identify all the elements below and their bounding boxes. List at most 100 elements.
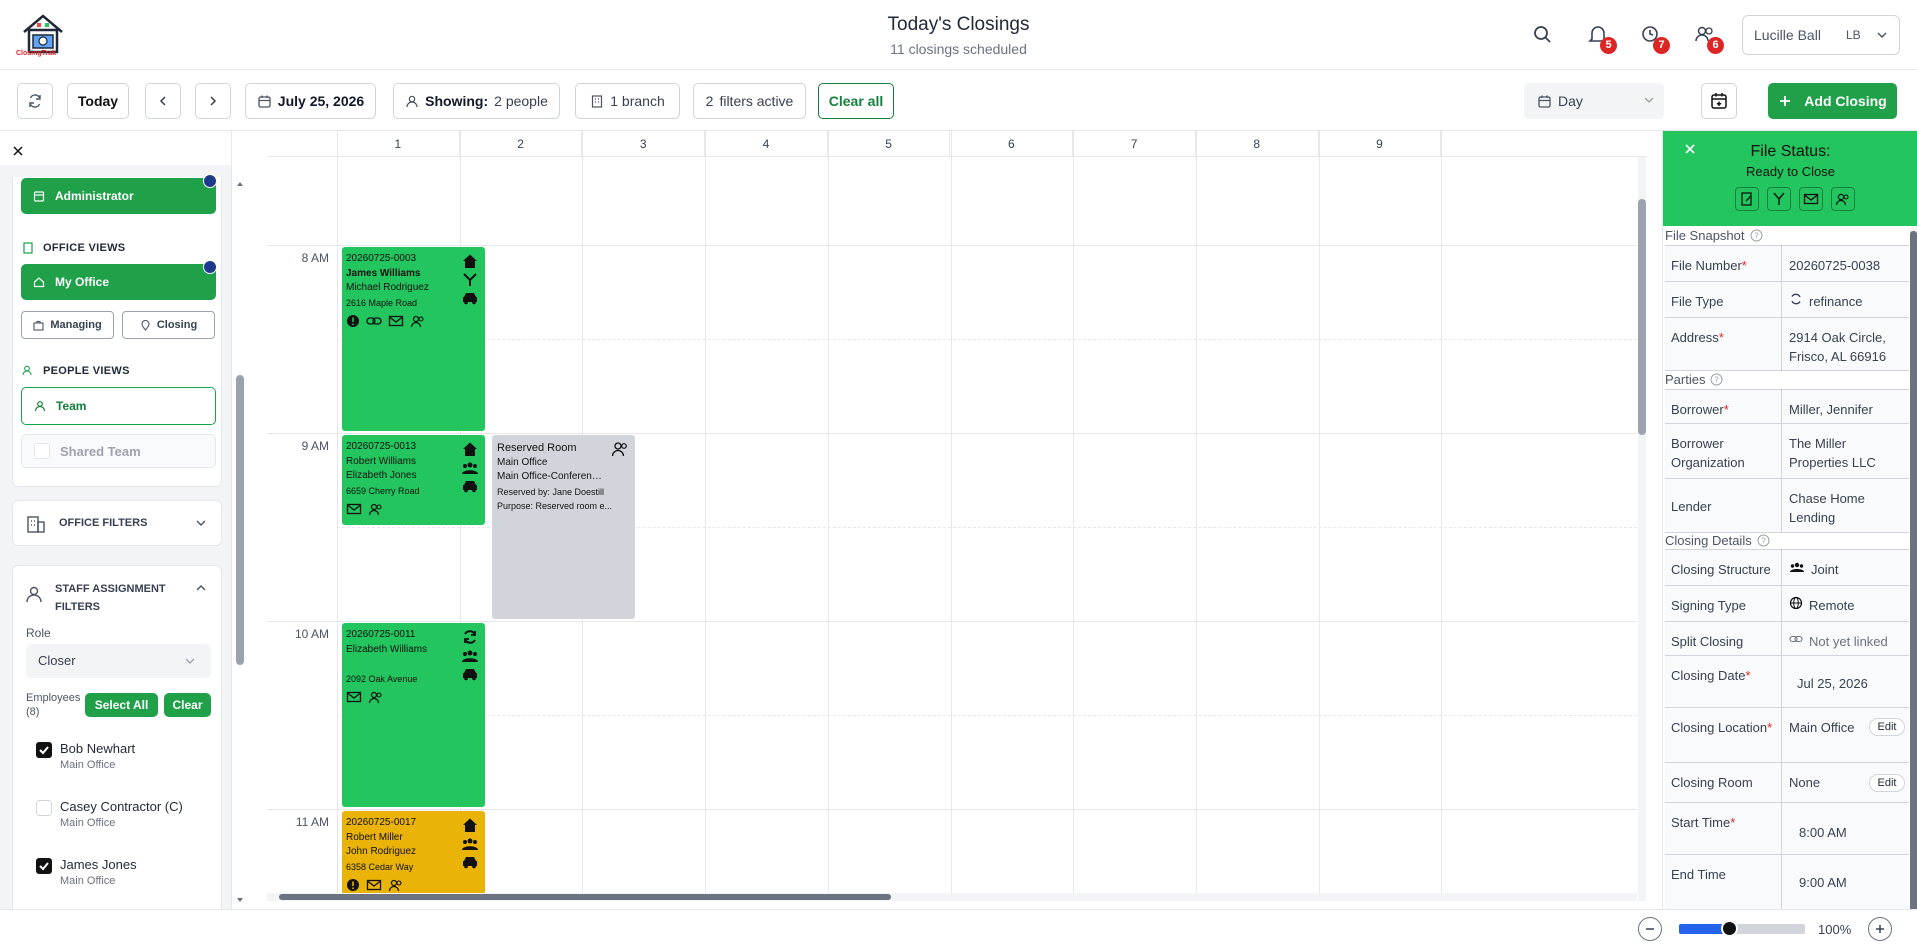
car-icon	[463, 293, 477, 305]
date-picker-button[interactable]: July 25, 2026	[245, 83, 376, 119]
closing-button[interactable]: Closing	[122, 311, 215, 339]
zoom-out-button[interactable]	[1638, 917, 1662, 941]
calendar-action-button[interactable]	[1701, 83, 1737, 119]
add-closing-button[interactable]: Add Closing	[1768, 83, 1897, 119]
people-badge: 6	[1707, 37, 1724, 54]
address-value: 2914 Oak Circle, Frisco, AL 66916	[1789, 330, 1887, 364]
calendar-icon	[258, 95, 271, 108]
start-time-row[interactable]: Start Time* 8:00 AM	[1665, 802, 1909, 854]
email-button[interactable]	[1799, 187, 1823, 211]
column-header: 9	[1319, 131, 1442, 157]
lender-label: Lender	[1671, 499, 1712, 514]
calendar-hscroll-thumb[interactable]	[279, 894, 891, 900]
check-icon	[39, 862, 49, 871]
signing-type-label: Signing Type	[1671, 598, 1746, 613]
employee-checkbox[interactable]	[36, 858, 52, 874]
scroll-up-icon[interactable]	[236, 180, 244, 188]
group-icon	[462, 650, 478, 662]
chevron-left-icon	[159, 96, 166, 106]
filters-active-button[interactable]: 2 filters active	[693, 83, 806, 119]
next-day-button[interactable]	[195, 83, 231, 119]
reserved-room-event[interactable]: Reserved Room Main Office Main Office-Co…	[492, 435, 635, 619]
lender-value: Chase Home Lending	[1789, 491, 1865, 525]
time-label: 8 AM	[301, 251, 329, 265]
zoom-in-button[interactable]	[1868, 917, 1892, 941]
zoom-slider[interactable]	[1679, 920, 1805, 937]
closing-date-row[interactable]: Closing Date* Jul 25, 2026	[1665, 655, 1909, 707]
shared-team-view[interactable]: Shared Team	[21, 434, 216, 468]
alerts-button[interactable]: 7	[1638, 22, 1670, 54]
panel-scroll-thumb[interactable]	[1910, 231, 1917, 909]
help-icon[interactable]: ?	[1750, 229, 1763, 242]
employee-checkbox[interactable]	[36, 742, 52, 758]
people-views-label: PEOPLE VIEWS	[43, 364, 130, 377]
reserved-office: Main Office	[497, 456, 548, 468]
showing-people-button[interactable]: Showing: 2 people	[393, 83, 560, 119]
view-select[interactable]: Day	[1524, 83, 1664, 119]
search-button[interactable]	[1530, 22, 1556, 48]
managing-label: Managing	[50, 319, 102, 331]
borrower-label: Borrower	[1671, 402, 1724, 417]
filters-count: 2	[705, 93, 714, 109]
notifications-button[interactable]: 5	[1585, 22, 1617, 54]
closing-event[interactable]: 20260725-0013 Robert Williams Elizabeth …	[342, 435, 485, 525]
edit-room-button[interactable]: Edit	[1869, 774, 1905, 792]
column-header: 4	[705, 131, 828, 157]
edit-file-button[interactable]	[1735, 187, 1759, 211]
closing-details-heading: Closing Details ?	[1665, 533, 1770, 548]
chevron-down-icon	[185, 658, 195, 664]
split-icon	[1773, 192, 1785, 205]
people-button[interactable]: 6	[1692, 22, 1724, 54]
edit-location-button[interactable]: Edit	[1869, 718, 1905, 736]
calendar-vscroll-thumb[interactable]	[1638, 199, 1646, 435]
split-closing-value: Not yet linked	[1809, 634, 1888, 649]
user-name: Lucille Ball	[1754, 27, 1821, 43]
branch-filter-button[interactable]: 1 branch	[575, 83, 680, 119]
help-icon[interactable]: ?	[1710, 373, 1723, 386]
column-divider	[1073, 131, 1075, 901]
closing-event[interactable]: 20260725-0017 Robert Miller John Rodrigu…	[342, 811, 485, 901]
closing-event[interactable]: 20260725-0003 James Williams Michael Rod…	[342, 247, 485, 431]
date-label: July 25, 2026	[277, 93, 365, 109]
end-time-row[interactable]: End Time 9:00 AM	[1665, 854, 1909, 909]
split-button[interactable]	[1767, 187, 1791, 211]
chevron-up-icon[interactable]	[195, 582, 207, 594]
help-icon[interactable]: ?	[1757, 534, 1770, 547]
shared-team-checkbox[interactable]	[34, 443, 50, 459]
column-divider	[827, 131, 829, 901]
chevron-down-icon	[196, 520, 206, 526]
sidebar-scroll-thumb[interactable]	[236, 375, 244, 665]
zoom-slider-handle[interactable]	[1721, 920, 1739, 937]
users-icon	[388, 880, 402, 892]
select-all-button[interactable]: Select All	[85, 693, 158, 717]
user-menu[interactable]: Lucille Ball LB	[1742, 15, 1900, 55]
employees-count: (8)	[26, 706, 40, 718]
staff-filters-label: STAFF ASSIGNMENT FILTERS	[55, 583, 166, 613]
employee-name: Bob Newhart	[60, 741, 136, 756]
closing-room-label: Closing Room	[1671, 775, 1753, 790]
clear-employees-button[interactable]: Clear	[164, 693, 211, 717]
prev-day-button[interactable]	[145, 83, 181, 119]
svg-text:?: ?	[1754, 232, 1759, 241]
team-view[interactable]: Team	[21, 387, 216, 425]
refresh-button[interactable]	[17, 83, 53, 119]
scroll-down-icon[interactable]	[236, 896, 244, 904]
app-header: ClosingTrak Today's Closings 11 closings…	[0, 0, 1917, 70]
svg-text:?: ?	[1715, 376, 1720, 385]
file-detail-panel: File Status: Ready to Close File Snapsho…	[1662, 131, 1917, 909]
office-filters-label: OFFICE FILTERS	[59, 517, 148, 529]
group-icon	[1790, 562, 1804, 572]
close-icon[interactable]	[12, 145, 24, 157]
today-button[interactable]: Today	[67, 83, 129, 119]
parties-button[interactable]	[1831, 187, 1855, 211]
role-select[interactable]: Closer	[26, 644, 211, 678]
office-filters-card[interactable]: OFFICE FILTERS	[12, 500, 222, 546]
administrator-view[interactable]: Administrator	[21, 178, 216, 214]
my-office-view[interactable]: My Office	[21, 264, 216, 300]
calendar-icon	[1538, 95, 1551, 108]
employee-office: Main Office	[60, 875, 116, 887]
closing-event[interactable]: 20260725-0011 Elizabeth Williams 2092 Oa…	[342, 623, 485, 807]
managing-button[interactable]: Managing	[21, 311, 114, 339]
clear-all-button[interactable]: Clear all	[818, 83, 894, 119]
employee-checkbox[interactable]	[36, 800, 52, 816]
